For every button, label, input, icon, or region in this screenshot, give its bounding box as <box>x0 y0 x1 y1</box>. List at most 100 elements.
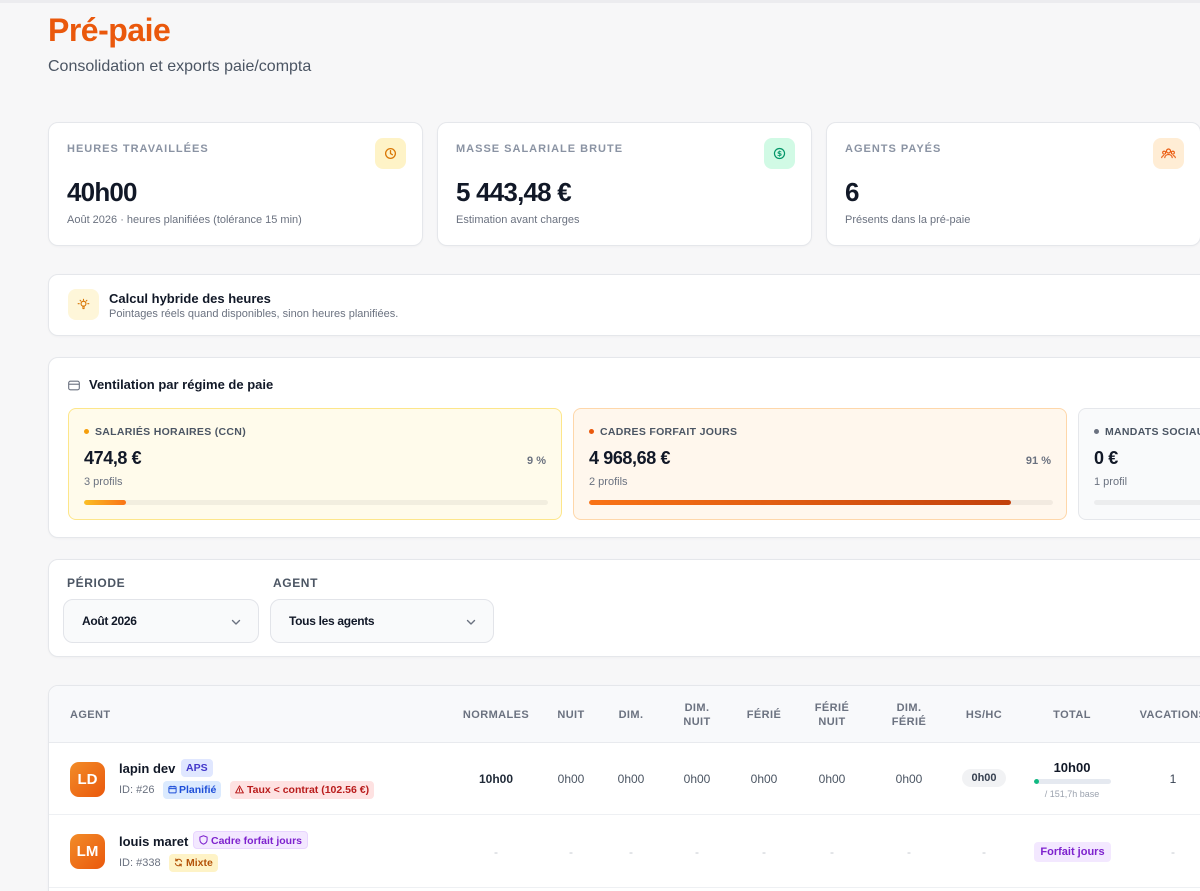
cell-dim-nuit: - <box>695 845 699 859</box>
ventilation-title: Ventilation par régime de paie <box>89 377 274 392</box>
status-badge-label: Planifié <box>179 784 217 796</box>
regime-profiles: 1 profil <box>1094 476 1128 488</box>
column-header: VACATIONS <box>1139 709 1200 721</box>
role-badge-label: Cadre forfait jours <box>211 835 303 847</box>
stat-card-agents: AGENTS PAYÉS 6 Présents dans la pré-paie <box>826 122 1200 246</box>
column-header: TOTAL <box>1053 709 1091 721</box>
column-header: DIM. <box>618 709 644 721</box>
stat-label: HEURES TRAVAILLÉES <box>67 143 209 155</box>
total-progress <box>1034 779 1111 784</box>
column-header: HS/HC <box>965 709 1003 721</box>
cell-ferie: 0h00 <box>750 772 778 786</box>
dollar-icon: $ <box>764 138 795 169</box>
period-select-value: Août 2026 <box>82 614 137 628</box>
total-progress-fill <box>1034 779 1040 784</box>
stat-note: Présents dans la pré-paie <box>845 214 971 226</box>
regime-label: SALARIÉS HORAIRES (CCN) <box>95 426 246 438</box>
cell-normales: - <box>494 845 498 859</box>
cell-hs-hc: - <box>982 845 986 859</box>
payroll-table: AGENT NORMALES NUIT DIM. DIM. NUIT FÉRIÉ… <box>48 685 1200 891</box>
clock-icon <box>375 138 406 169</box>
users-icon <box>1153 138 1184 169</box>
cell-vacations: 1 <box>1169 772 1177 786</box>
ventilation-card: Ventilation par régime de paie SALARIÉS … <box>48 357 1200 538</box>
forfait-badge: Forfait jours <box>1034 842 1111 862</box>
cell-nuit: - <box>569 845 573 859</box>
lightbulb-icon <box>68 289 99 320</box>
page-title: Pré-paie <box>48 12 171 48</box>
chevron-down-icon <box>230 615 242 633</box>
column-header: NUIT <box>557 709 585 721</box>
regime-profiles: 2 profils <box>589 476 628 488</box>
card-icon <box>68 378 80 396</box>
table-header: AGENT NORMALES NUIT DIM. DIM. NUIT FÉRIÉ… <box>49 686 1200 743</box>
status-dot <box>1094 429 1099 434</box>
role-badge: Cadre forfait jours <box>193 831 309 849</box>
agent-name[interactable]: lapin dev <box>119 761 175 776</box>
column-header: AGENT <box>70 709 111 721</box>
agent-id: ID: #26 <box>119 784 155 796</box>
status-dot <box>589 429 594 434</box>
column-header: DIM. NUIT <box>683 702 711 728</box>
regime-progress <box>84 500 548 505</box>
role-badge: APS <box>181 759 213 777</box>
regime-value: 474,8 € <box>84 448 142 468</box>
table-row[interactable]: LM louis maret Cadre forfait jours ID: #… <box>49 816 1200 888</box>
regime-progress <box>589 500 1053 505</box>
stat-note: Août 2026 · heures planifiées (tolérance… <box>67 214 302 226</box>
column-header: DIM. FÉRIÉ <box>891 702 927 728</box>
hybrid-title: Calcul hybride des heures <box>109 291 271 306</box>
regime-profiles: 3 profils <box>84 476 123 488</box>
avatar: LM <box>70 834 105 869</box>
stat-value: 6 <box>845 177 859 207</box>
regime-percent: 91 % <box>1025 455 1051 467</box>
cell-dim: - <box>629 845 633 859</box>
top-border <box>0 0 1200 3</box>
page-subtitle: Consolidation et exports paie/compta <box>48 58 312 75</box>
stat-card-hours: HEURES TRAVAILLÉES 40h00 Août 2026 · heu… <box>48 122 423 246</box>
period-select[interactable]: Août 2026 <box>63 599 259 643</box>
stat-value: 40h00 <box>67 177 138 207</box>
regime-progress-fill <box>589 500 1012 505</box>
column-header: NORMALES <box>462 709 530 721</box>
regime-value: 0 € <box>1094 448 1118 468</box>
agent-select[interactable]: Tous les agents <box>270 599 494 643</box>
cell-hs-hc: 0h00 <box>962 769 1006 787</box>
column-header: FÉRIÉ NUIT <box>814 702 850 728</box>
period-label: PÉRIODE <box>67 576 126 590</box>
cell-vacations: - <box>1171 845 1175 859</box>
refresh-icon <box>174 858 183 867</box>
filters-card: PÉRIODE Août 2026 AGENT Tous les agents <box>48 559 1200 657</box>
cell-dim-ferie: 0h00 <box>895 772 923 786</box>
column-header: FÉRIÉ <box>746 709 782 721</box>
stat-card-payroll: MASSE SALARIALE BRUTE $ 5 443,48 € Estim… <box>437 122 812 246</box>
agent-name[interactable]: louis maret <box>119 834 188 849</box>
warning-icon <box>235 785 244 794</box>
calendar-icon <box>168 785 177 794</box>
svg-text:$: $ <box>777 149 782 158</box>
agent-label: AGENT <box>273 576 318 590</box>
regime-label: MANDATS SOCIAUX <box>1105 426 1200 438</box>
chevron-down-icon <box>465 615 477 633</box>
mode-badge-label: Mixte <box>186 857 213 869</box>
table-row[interactable]: LD lapin dev APS ID: #26 Planifié Taux <… <box>49 743 1200 815</box>
stat-value: 5 443,48 € <box>456 177 572 207</box>
regime-percent: 9 % <box>527 455 546 467</box>
hybrid-description: Pointages réels quand disponibles, sinon… <box>109 308 399 320</box>
stat-label: MASSE SALARIALE BRUTE <box>456 143 624 155</box>
mode-badge: Mixte <box>169 854 218 872</box>
regime-value: 4 968,68 € <box>589 448 671 468</box>
hybrid-info-card: Calcul hybride des heures Pointages réel… <box>48 274 1200 336</box>
regime-card-forfait: CADRES FORFAIT JOURS 4 968,68 € 91 % 2 p… <box>573 408 1067 520</box>
cell-dim: 0h00 <box>617 772 645 786</box>
agent-id: ID: #338 <box>119 857 161 869</box>
cell-dim-ferie: - <box>907 845 911 859</box>
cell-ferie-nuit: - <box>830 845 834 859</box>
cell-ferie: - <box>762 845 766 859</box>
cell-ferie-nuit: 0h00 <box>818 772 846 786</box>
cell-total: 10h00 <box>1053 760 1091 775</box>
avatar: LD <box>70 762 105 797</box>
regime-card-mandats: MANDATS SOCIAUX 0 € 1 profil <box>1078 408 1200 520</box>
warning-badge: Taux < contrat (102.56 €) <box>230 781 375 799</box>
regime-progress <box>1094 500 1200 505</box>
